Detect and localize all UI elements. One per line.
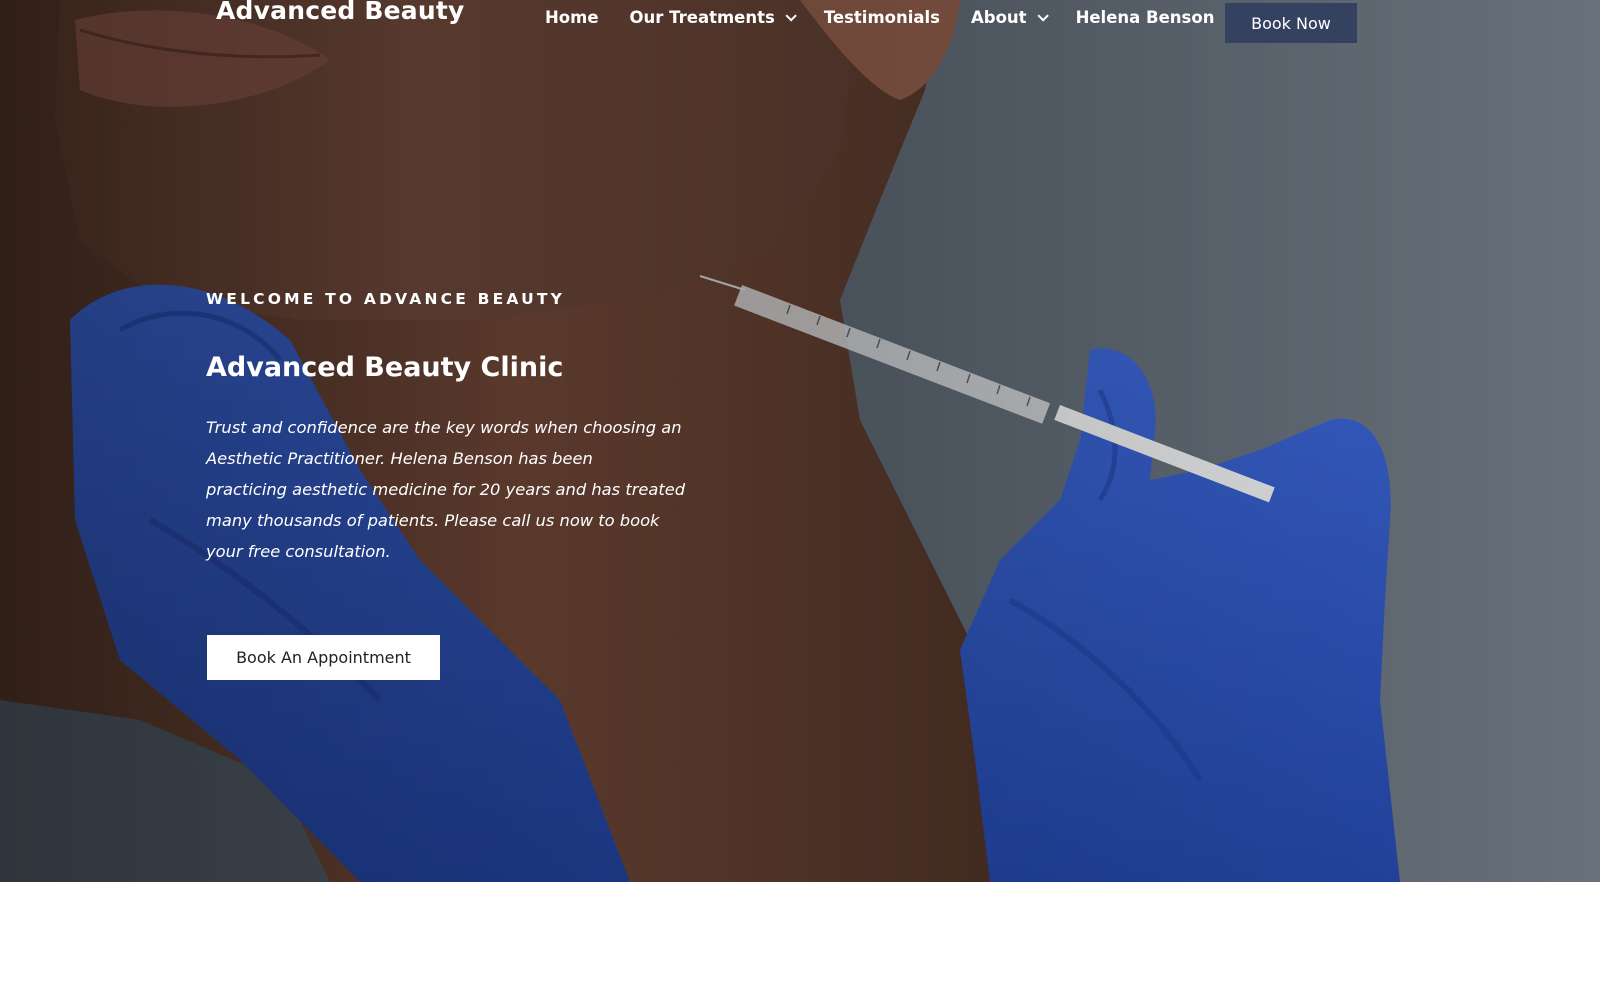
hero-description: Trust and confidence are the key words w… bbox=[206, 418, 686, 561]
book-now-button[interactable]: Book Now bbox=[1225, 3, 1357, 43]
nav-item-label: Testimonials bbox=[823, 8, 940, 27]
main-nav: Home Our Treatments Testimonials About H… bbox=[545, 8, 1214, 27]
chevron-down-icon bbox=[1037, 9, 1049, 22]
hero-section: Advanced Beauty Home Our Treatments Test… bbox=[0, 0, 1600, 882]
hero-title: Advanced Beauty Clinic bbox=[206, 352, 564, 383]
site-logo[interactable]: Advanced Beauty bbox=[216, 0, 465, 25]
hero-kicker: WELCOME TO ADVANCE BEAUTY bbox=[206, 290, 566, 308]
nav-item-label: Our Treatments bbox=[629, 8, 775, 27]
nav-item-our-treatments[interactable]: Our Treatments bbox=[629, 8, 797, 27]
nav-item-helena-benson[interactable]: Helena Benson bbox=[1076, 8, 1215, 27]
book-appointment-button[interactable]: Book An Appointment bbox=[207, 635, 440, 680]
nav-item-label: Home bbox=[545, 8, 599, 27]
nav-item-testimonials[interactable]: Testimonials bbox=[824, 8, 940, 27]
chevron-down-icon bbox=[785, 9, 797, 22]
content-section bbox=[0, 882, 1600, 983]
nav-item-label: About bbox=[971, 8, 1027, 27]
nav-item-about[interactable]: About bbox=[971, 8, 1049, 27]
nav-item-label: Helena Benson bbox=[1075, 8, 1215, 27]
nav-item-home[interactable]: Home bbox=[545, 8, 599, 27]
